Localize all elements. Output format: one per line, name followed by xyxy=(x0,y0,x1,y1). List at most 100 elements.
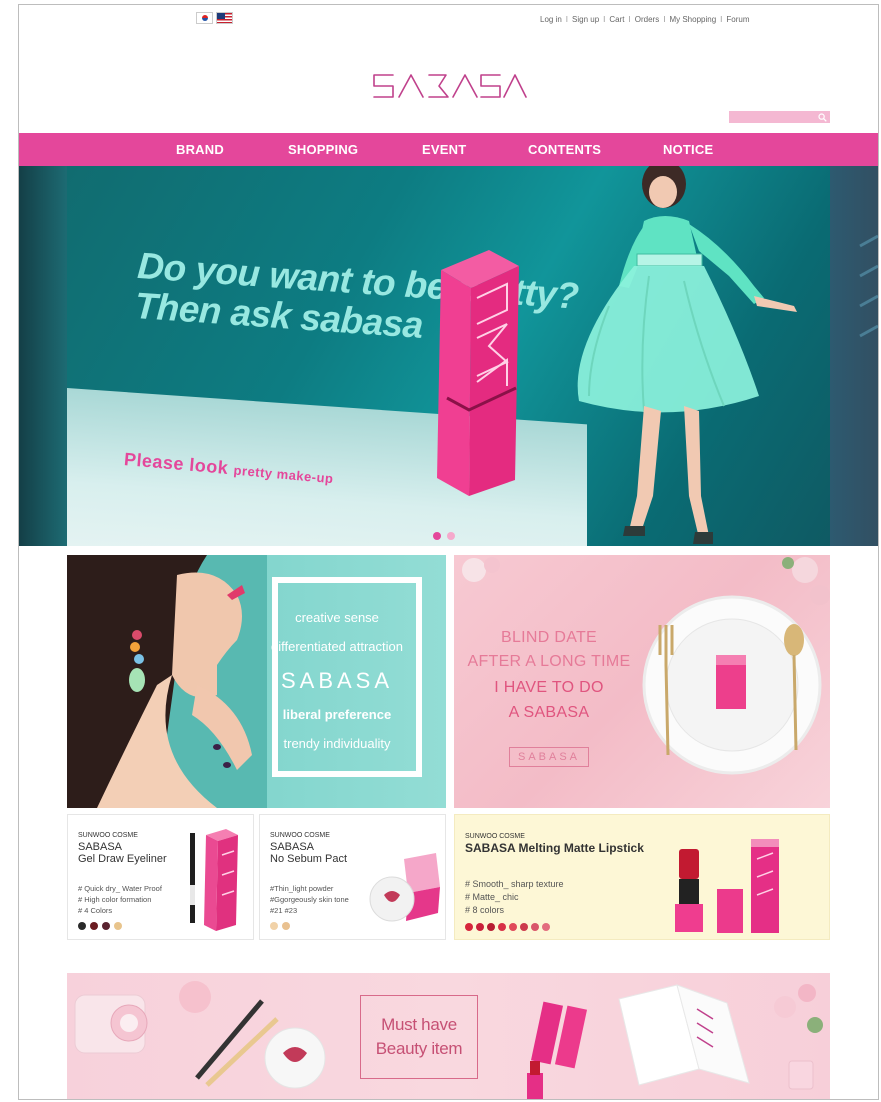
color-swatch[interactable] xyxy=(498,923,506,931)
page-frame: Log in I Sign up I Cart I Orders I My Shopping I F… xyxy=(18,4,879,1100)
color-swatches xyxy=(78,922,122,930)
product-title: No Sebum Pact xyxy=(270,853,348,865)
hero-next-slide-peek[interactable] xyxy=(830,166,878,546)
product-tag: #Ggorgeously skin tone xyxy=(270,895,349,904)
lipstick-box-illustration xyxy=(437,250,519,496)
separator: I xyxy=(663,15,666,24)
promo-line-1: creative sense xyxy=(295,610,379,625)
color-swatch[interactable] xyxy=(90,922,98,930)
color-swatch[interactable] xyxy=(487,923,495,931)
hero-slider[interactable]: Do you want to be pretty? Then ask sabas… xyxy=(19,166,878,546)
product-title: SABASA Melting Matte Lipstick xyxy=(465,841,644,855)
model-illustration xyxy=(577,166,797,544)
pact-product-image xyxy=(369,853,440,922)
main-nav: BRAND SHOPPING EVENT CONTENTS NOTICE xyxy=(19,133,878,166)
must-have-banner[interactable]: Must have Beauty item xyxy=(67,973,830,1099)
nav-event[interactable]: EVENT xyxy=(422,133,466,166)
separator: I xyxy=(565,15,569,24)
product-tags: # Quick dry_ Water Proof # High color fo… xyxy=(78,883,162,916)
must-have-box: Must have Beauty item xyxy=(360,995,478,1079)
usa-flag-icon[interactable] xyxy=(216,12,233,24)
product-brand: SABASA xyxy=(78,841,123,853)
cosmetics-right-illustration xyxy=(527,984,823,1099)
color-swatch[interactable] xyxy=(270,922,278,930)
product-tag: #Thin_light powder xyxy=(270,884,334,893)
product-name: SABASA No Sebum Pact xyxy=(270,841,347,865)
product-tag: # 4 Colors xyxy=(78,906,113,915)
site-logo[interactable] xyxy=(371,69,527,103)
nav-notice[interactable]: NOTICE xyxy=(663,133,713,166)
blind-date-line-3: I HAVE TO DO xyxy=(494,679,604,696)
cosmetics-left-illustration xyxy=(74,981,326,1089)
orders-link[interactable]: Orders xyxy=(635,15,659,24)
nav-brand[interactable]: BRAND xyxy=(176,133,224,166)
blind-date-line-1: BLIND DATE xyxy=(500,629,598,646)
product-title: Gel Draw Eyeliner xyxy=(78,853,167,865)
product-card-eyeliner[interactable]: SUNWOO COSME SABASA Gel Draw Eyeliner # … xyxy=(67,814,254,940)
color-swatch[interactable] xyxy=(78,922,86,930)
must-have-line1: Must have xyxy=(381,1015,457,1034)
login-link[interactable]: Log in xyxy=(540,15,562,24)
nav-contents[interactable]: CONTENTS xyxy=(528,133,601,166)
color-swatch[interactable] xyxy=(520,923,528,931)
color-swatch[interactable] xyxy=(282,922,290,930)
nav-shopping[interactable]: SHOPPING xyxy=(288,133,358,166)
blind-date-line-2: AFTER A LONG TIME xyxy=(467,653,631,670)
mini-logo: SABASA xyxy=(509,747,589,767)
eyeliner-product-image xyxy=(190,829,238,931)
product-tag: # 8 colors xyxy=(465,905,505,915)
product-tags: #Thin_light powder #Ggorgeously skin ton… xyxy=(270,883,349,916)
product-tag: #21 #23 xyxy=(270,906,298,915)
product-maker: SUNWOO COSME xyxy=(78,832,138,839)
product-tag: # Smooth_ sharp texture xyxy=(465,879,564,889)
product-tag: # Quick dry_ Water Proof xyxy=(78,884,162,893)
color-swatch[interactable] xyxy=(476,923,484,931)
flower-decor-left xyxy=(462,557,500,582)
product-tag: # Matte_ chic xyxy=(465,892,519,902)
my-shopping-link[interactable]: My Shopping xyxy=(669,15,716,24)
promo-line-2: differentiated attraction xyxy=(270,639,403,654)
separator: I xyxy=(720,15,723,24)
promo-logo-text: SABASA xyxy=(280,668,394,693)
signup-link[interactable]: Sign up xyxy=(572,15,599,24)
search-button[interactable] xyxy=(814,111,830,123)
color-swatch[interactable] xyxy=(509,923,517,931)
color-swatches xyxy=(270,922,290,930)
promo-banner-creative[interactable]: creative sense differentiated attraction… xyxy=(67,555,446,808)
blind-date-line-4: A SABASA xyxy=(508,704,590,721)
product-maker: SUNWOO COSME xyxy=(465,833,525,840)
forum-link[interactable]: Forum xyxy=(726,15,749,24)
promo-banner-blind-date[interactable]: BLIND DATE AFTER A LONG TIME I HAVE TO D… xyxy=(454,555,830,808)
product-card-lipstick[interactable]: SUNWOO COSME SABASA Melting Matte Lipsti… xyxy=(454,814,830,940)
lipstick-product-image xyxy=(675,839,779,933)
cart-link[interactable]: Cart xyxy=(609,15,624,24)
language-selector xyxy=(196,12,233,24)
slider-dot-1[interactable] xyxy=(433,532,441,540)
color-swatch[interactable] xyxy=(465,923,473,931)
mini-logo-text: SABASA xyxy=(517,751,581,763)
must-have-line2: Beauty item xyxy=(375,1039,463,1058)
search-box xyxy=(729,111,830,128)
separator: I xyxy=(603,15,606,24)
color-swatches xyxy=(465,923,550,931)
product-card-pact[interactable]: SUNWOO COSME SABASA No Sebum Pact #Thin_… xyxy=(259,814,446,940)
promo-line-4: liberal preference xyxy=(282,707,392,722)
color-swatch[interactable] xyxy=(531,923,539,931)
search-icon xyxy=(817,112,827,122)
product-maker: SUNWOO COSME xyxy=(270,832,330,839)
promo-line-5: trendy individuality xyxy=(283,736,391,751)
product-brand: SABASA xyxy=(270,841,315,853)
separator: I xyxy=(628,15,631,24)
slider-dot-2[interactable] xyxy=(447,532,455,540)
hero-prev-slide-peek[interactable] xyxy=(19,166,67,546)
slider-dots xyxy=(433,532,455,540)
product-name: SABASA Gel Draw Eyeliner xyxy=(78,841,167,865)
color-swatch[interactable] xyxy=(542,923,550,931)
korea-flag-icon[interactable] xyxy=(196,12,213,24)
product-tags: # Smooth_ sharp texture # Matte_ chic # … xyxy=(465,878,564,917)
color-swatch[interactable] xyxy=(102,922,110,930)
flower-decor-right xyxy=(782,557,830,605)
product-tag: # High color formation xyxy=(78,895,152,904)
search-input[interactable] xyxy=(729,115,811,128)
color-swatch[interactable] xyxy=(114,922,122,930)
